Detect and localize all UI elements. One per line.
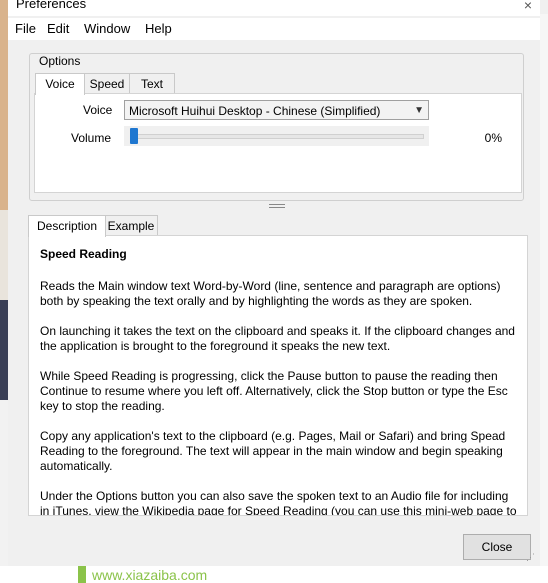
description-paragraph: Copy any application's text to the clipb… [40, 429, 506, 473]
desktop-background-bottom: www.xiazaiba.com [0, 566, 548, 583]
menu-file[interactable]: File [15, 21, 36, 36]
menu-help[interactable]: Help [145, 21, 172, 36]
close-button[interactable]: Close [463, 534, 531, 560]
volume-slider[interactable] [124, 126, 429, 146]
description-panel: Speed Reading Reads the Main window text… [28, 235, 528, 516]
voice-select-value: Microsoft Huihui Desktop - Chinese (Simp… [129, 104, 381, 118]
window-close-icon[interactable]: × [516, 0, 540, 13]
chevron-down-icon: ▼ [414, 105, 424, 116]
resize-grip-icon[interactable]: ⋰ [526, 552, 535, 563]
tab-speed[interactable]: Speed [83, 73, 131, 94]
options-legend: Options [37, 54, 83, 68]
description-heading: Speed Reading [40, 247, 127, 261]
voice-select[interactable]: Microsoft Huihui Desktop - Chinese (Simp… [124, 100, 429, 120]
preferences-window: Preferences × File Edit Window Help Opti… [8, 0, 540, 566]
menu-bar: File Edit Window Help [8, 18, 540, 40]
volume-slider-thumb[interactable] [130, 128, 138, 144]
volume-label: Volume [71, 131, 112, 145]
tab-example[interactable]: Example [104, 215, 158, 236]
tab-description[interactable]: Description [28, 215, 106, 237]
description-paragraph: While Speed Reading is progressing, clic… [40, 369, 508, 413]
splitter-handle[interactable] [269, 204, 285, 210]
tab-voice[interactable]: Voice [35, 73, 85, 95]
description-paragraph: Reads the Main window text Word-by-Word … [40, 279, 501, 308]
description-paragraph: On launching it takes the text on the cl… [40, 324, 515, 353]
description-paragraph: Under the Options button you can also sa… [40, 489, 517, 516]
background-accent-bar [78, 566, 86, 583]
title-bar: Preferences × [8, 0, 540, 16]
volume-slider-track [130, 134, 424, 139]
menu-edit[interactable]: Edit [47, 21, 69, 36]
description-content: Speed Reading Reads the Main window text… [40, 247, 518, 516]
voice-label: Voice [83, 103, 113, 117]
menu-window[interactable]: Window [84, 21, 130, 36]
window-title: Preferences [16, 0, 87, 11]
background-url-text: www.xiazaiba.com [92, 567, 208, 583]
tab-text[interactable]: Text [129, 73, 175, 94]
desktop-background-right [539, 14, 548, 566]
volume-percent: 0% [484, 131, 502, 145]
